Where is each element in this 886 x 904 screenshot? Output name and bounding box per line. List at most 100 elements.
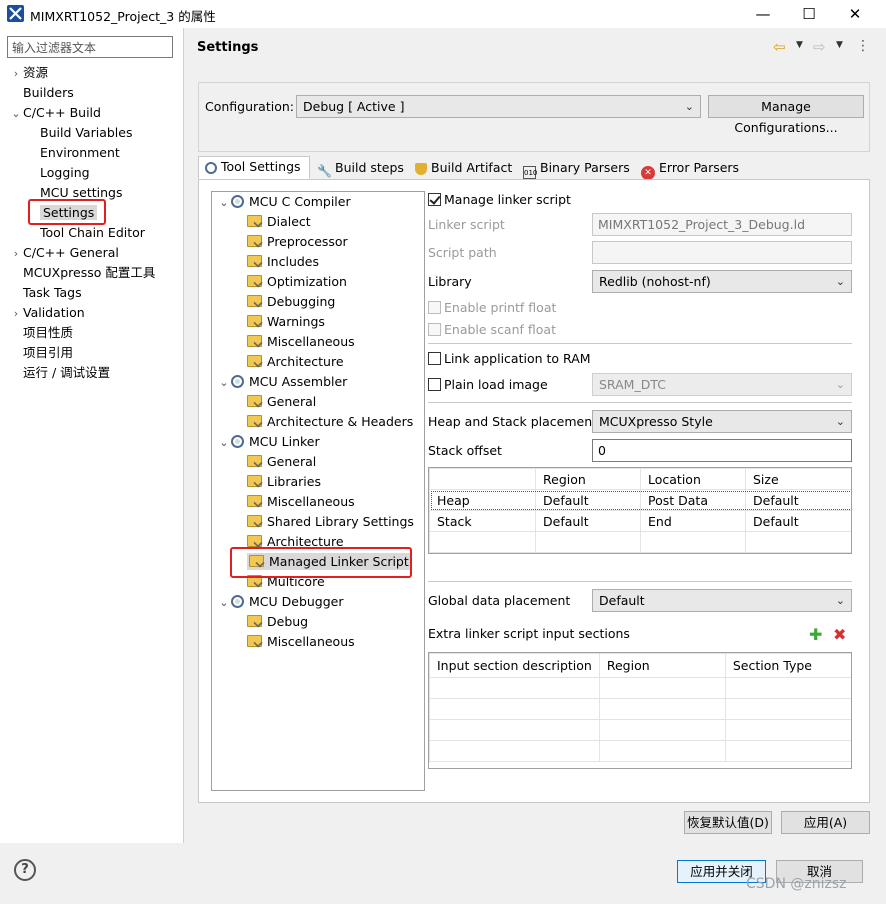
chevron-down-icon[interactable]: ⌄: [217, 373, 231, 393]
column-header[interactable]: Region: [598, 653, 726, 678]
add-icon[interactable]: ✚: [809, 625, 822, 644]
forward-arrow-icon[interactable]: ⇨: [813, 38, 826, 56]
tab-build-artifact[interactable]: Build Artifact: [408, 157, 519, 179]
library-select[interactable]: Redlib (nohost-nf) ⌄: [592, 270, 852, 293]
chevron-right-icon[interactable]: ›: [9, 64, 23, 84]
checkbox-checked-icon[interactable]: [428, 193, 441, 206]
heap-stack-select[interactable]: MCUXpresso Style ⌄: [592, 410, 852, 433]
nav-item-task-tags[interactable]: Task Tags: [9, 283, 155, 303]
tree-node-debugger-misc[interactable]: Miscellaneous: [217, 632, 414, 652]
table-row[interactable]: Stack Default End Default: [429, 510, 851, 532]
plain-load-image-checkbox[interactable]: Plain load image: [428, 377, 548, 392]
table-cell[interactable]: Default: [535, 489, 641, 511]
tree-node-debugging[interactable]: Debugging: [217, 292, 414, 312]
tree-node-compiler-misc[interactable]: Miscellaneous: [217, 332, 414, 352]
tree-node-linker[interactable]: ⌄ MCU Linker: [217, 432, 414, 452]
linker-script-field[interactable]: MIMXRT1052_Project_3_Debug.ld: [592, 213, 852, 236]
nav-item-environment[interactable]: Environment: [9, 143, 155, 163]
tab-tool-settings[interactable]: Tool Settings: [198, 156, 310, 179]
tab-binary-parsers[interactable]: 010 Binary Parsers: [516, 157, 637, 179]
tree-node-shared-library-settings[interactable]: Shared Library Settings: [217, 512, 414, 532]
enable-printf-float-checkbox[interactable]: Enable printf float: [428, 300, 556, 315]
folder-icon: [247, 355, 262, 367]
nav-item-resource[interactable]: › 资源: [9, 63, 155, 83]
tree-node-libraries[interactable]: Libraries: [217, 472, 414, 492]
column-header[interactable]: Input section description: [429, 653, 600, 678]
table-row[interactable]: Heap Default Post Data Default: [429, 489, 851, 511]
nav-item-logging[interactable]: Logging: [9, 163, 155, 183]
stack-offset-input[interactable]: 0: [592, 439, 852, 462]
table-cell[interactable]: Default: [745, 489, 851, 511]
tab-error-parsers[interactable]: ✕ Error Parsers: [634, 157, 746, 180]
close-icon[interactable]: ✕: [832, 0, 878, 28]
tab-build-steps[interactable]: 🔧 Build steps: [310, 157, 411, 179]
nav-item-tool-chain-editor[interactable]: Tool Chain Editor: [9, 223, 155, 243]
delete-icon[interactable]: ✖: [833, 625, 846, 644]
manage-linker-script-checkbox[interactable]: Manage linker script: [428, 192, 571, 207]
checkbox-icon[interactable]: [428, 323, 441, 336]
table-cell[interactable]: Post Data: [640, 489, 746, 511]
tree-node-assembler[interactable]: ⌄ MCU Assembler: [217, 372, 414, 392]
minimize-icon[interactable]: —: [740, 0, 786, 28]
restore-defaults-button[interactable]: 恢复默认值(D): [684, 811, 772, 834]
view-menu-icon[interactable]: ⋮: [856, 38, 870, 54]
script-path-field[interactable]: [592, 241, 852, 264]
table-cell[interactable]: Default: [535, 510, 641, 532]
checkbox-icon[interactable]: [428, 301, 441, 314]
nav-item-validation[interactable]: › Validation: [9, 303, 155, 323]
nav-item-cpp-build[interactable]: ⌄ C/C++ Build: [9, 103, 155, 123]
nav-item-build-variables[interactable]: Build Variables: [9, 123, 155, 143]
tree-node-assembler-general[interactable]: General: [217, 392, 414, 412]
tree-node-debugger[interactable]: ⌄ MCU Debugger: [217, 592, 414, 612]
tree-node-includes[interactable]: Includes: [217, 252, 414, 272]
maximize-icon[interactable]: ☐: [786, 0, 832, 28]
help-icon[interactable]: ?: [14, 859, 36, 881]
tree-node-c-compiler[interactable]: ⌄ MCU C Compiler: [217, 192, 414, 212]
back-menu-chevron-icon[interactable]: ▼: [796, 40, 803, 50]
column-header[interactable]: Location: [640, 468, 746, 490]
tree-node-preprocessor[interactable]: Preprocessor: [217, 232, 414, 252]
global-data-select[interactable]: Default ⌄: [592, 589, 852, 612]
stack-offset-label: Stack offset: [428, 443, 502, 458]
plain-load-image-select[interactable]: SRAM_DTC ⌄: [592, 373, 852, 396]
tree-node-architecture-headers[interactable]: Architecture & Headers: [217, 412, 414, 432]
checkbox-icon[interactable]: [428, 378, 441, 391]
checkbox-icon[interactable]: [428, 352, 441, 365]
link-to-ram-checkbox[interactable]: Link application to RAM: [428, 351, 591, 366]
nav-item-builders[interactable]: Builders: [9, 83, 155, 103]
apply-button[interactable]: 应用(A): [781, 811, 870, 834]
table-cell[interactable]: Stack: [429, 510, 536, 532]
enable-scanf-float-checkbox[interactable]: Enable scanf float: [428, 322, 556, 337]
column-header[interactable]: Section Type: [724, 653, 851, 678]
nav-item-mcuxpresso-config[interactable]: MCUXpresso 配置工具: [9, 263, 155, 283]
tree-node-optimization[interactable]: Optimization: [217, 272, 414, 292]
table-cell[interactable]: Heap: [429, 489, 536, 511]
table-cell[interactable]: End: [640, 510, 746, 532]
tree-node-dialect[interactable]: Dialect: [217, 212, 414, 232]
tree-node-linker-general[interactable]: General: [217, 452, 414, 472]
chevron-down-icon[interactable]: ⌄: [217, 593, 231, 613]
nav-item-project-natures[interactable]: 项目性质: [9, 323, 155, 343]
chevron-down-icon[interactable]: ⌄: [9, 104, 23, 124]
tree-node-warnings[interactable]: Warnings: [217, 312, 414, 332]
filter-input[interactable]: 输入过滤器文本: [7, 36, 173, 58]
sections-grid: Input section description Region Section…: [429, 653, 851, 762]
nav-item-run-debug-settings[interactable]: 运行 / 调试设置: [9, 363, 155, 383]
chevron-right-icon[interactable]: ›: [9, 244, 23, 264]
column-header[interactable]: Region: [535, 468, 641, 490]
tree-node-linker-misc[interactable]: Miscellaneous: [217, 492, 414, 512]
configuration-select[interactable]: Debug [ Active ] ⌄: [296, 95, 701, 118]
column-header[interactable]: [429, 468, 536, 490]
nav-item-project-references[interactable]: 项目引用: [9, 343, 155, 363]
table-cell[interactable]: Default: [745, 510, 851, 532]
tree-node-debug[interactable]: Debug: [217, 612, 414, 632]
forward-menu-chevron-icon[interactable]: ▼: [836, 40, 843, 50]
column-header[interactable]: Size: [745, 468, 851, 490]
back-arrow-icon[interactable]: ⇦: [773, 38, 786, 56]
tree-node-compiler-architecture[interactable]: Architecture: [217, 352, 414, 372]
nav-item-cpp-general[interactable]: › C/C++ General: [9, 243, 155, 263]
chevron-down-icon[interactable]: ⌄: [217, 193, 231, 213]
chevron-right-icon[interactable]: ›: [9, 304, 23, 324]
chevron-down-icon[interactable]: ⌄: [217, 433, 231, 453]
manage-configurations-button[interactable]: Manage Configurations...: [708, 95, 864, 135]
